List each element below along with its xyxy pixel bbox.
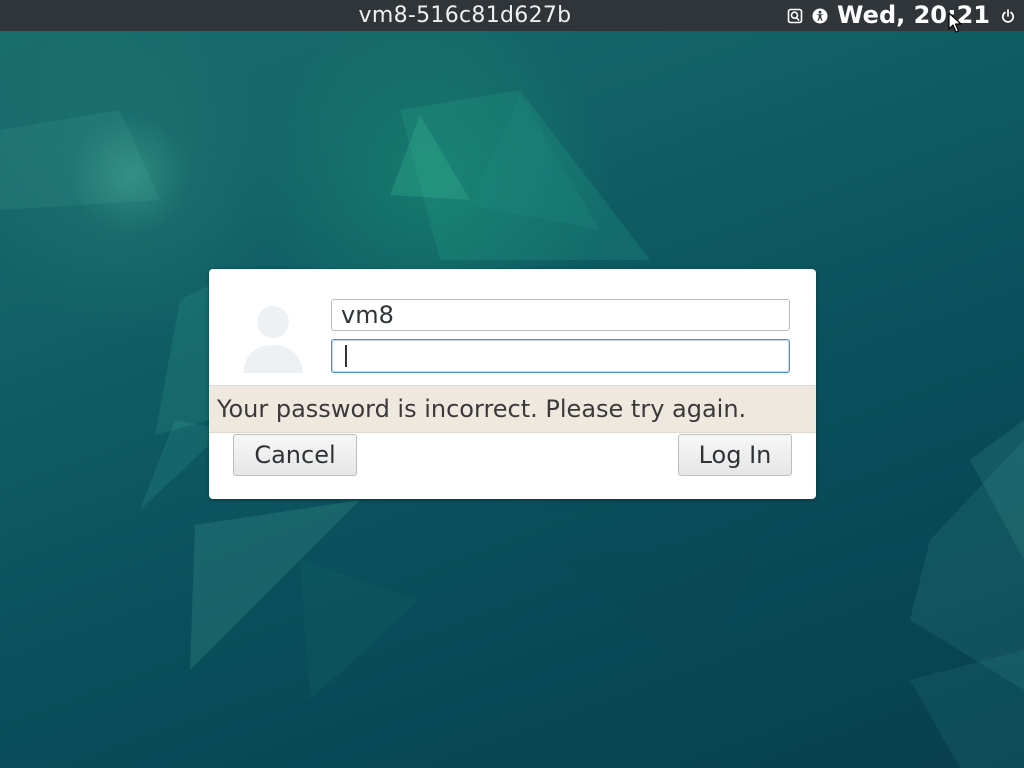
keyboard-layout-icon[interactable] bbox=[787, 8, 803, 24]
error-message: Your password is incorrect. Please try a… bbox=[209, 385, 816, 433]
accessibility-icon[interactable] bbox=[812, 8, 828, 24]
cancel-button[interactable]: Cancel bbox=[233, 434, 357, 476]
login-button[interactable]: Log In bbox=[678, 434, 792, 476]
top-bar: vm8-516c81d627b Wed, 20:21 bbox=[0, 0, 1024, 31]
text-caret bbox=[345, 345, 347, 367]
system-tray[interactable]: Wed, 20:21 bbox=[787, 0, 1016, 31]
power-icon[interactable] bbox=[1000, 8, 1016, 24]
username-field[interactable]: vm8 bbox=[331, 299, 790, 331]
login-dialog: vm8 Your password is incorrect. Please t… bbox=[209, 269, 816, 499]
user-avatar-icon bbox=[241, 301, 305, 375]
clock-label[interactable]: Wed, 20:21 bbox=[837, 0, 990, 31]
password-field[interactable] bbox=[331, 339, 790, 373]
mouse-pointer-icon bbox=[948, 12, 962, 33]
